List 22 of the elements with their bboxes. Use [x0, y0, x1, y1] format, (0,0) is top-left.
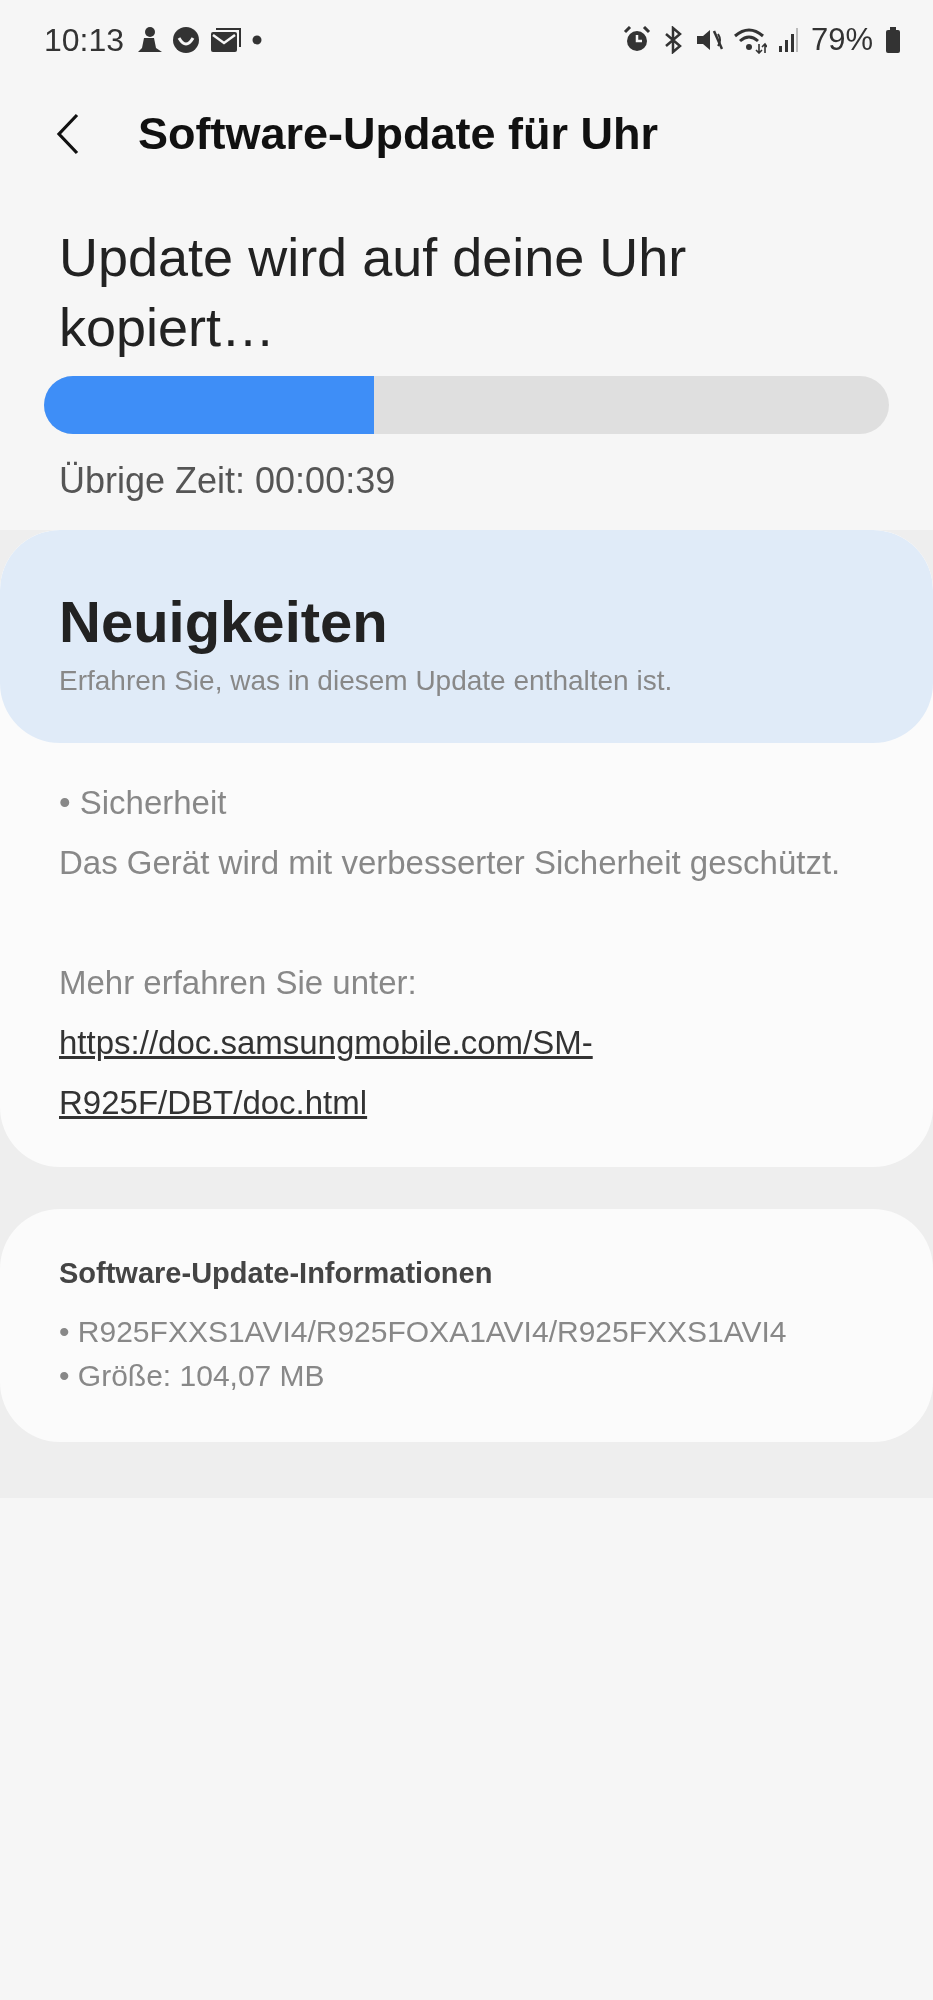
page-title: Software-Update für Uhr	[138, 108, 659, 160]
note-text: • Sicherheit	[59, 783, 228, 823]
battery-percent: 79%	[810, 22, 873, 58]
mail-icon	[210, 26, 243, 54]
figure-icon	[136, 26, 163, 54]
section-title: Neuigkeiten	[59, 588, 389, 655]
battery-icon	[885, 26, 901, 54]
wifi-icon	[732, 26, 767, 54]
info-item: • Größe: 104,07 MB	[59, 1358, 326, 1394]
signal-icon	[776, 26, 799, 54]
note-text: Mehr erfahren Sie unter:	[59, 963, 418, 1003]
alarm-icon	[622, 26, 651, 54]
note-text: Das Gerät wird mit verbesserter Sicherheit geschützt.	[59, 843, 842, 883]
info-item: • R925FXXS1AVI4/R925FOXA1AVI4/R925FXXS1AVI4	[59, 1314, 788, 1350]
section-subtitle: Erfahren Sie, was in diesem Update enthalten ist.	[59, 665, 674, 697]
dot-icon	[252, 35, 263, 45]
remaining-time: Übrige Zeit: 00:00:39	[58, 460, 397, 502]
doc-link[interactable]: https://doc.samsungmobile.com/SM-R925F/DBT/doc.html	[59, 1013, 859, 1133]
smiley-icon	[172, 26, 201, 54]
info-title: Software-Update-Informationen	[59, 1257, 494, 1290]
status-heading: Update wird auf deine Uhr kopiert…	[58, 226, 688, 359]
clock-time: 10:13	[44, 21, 125, 59]
